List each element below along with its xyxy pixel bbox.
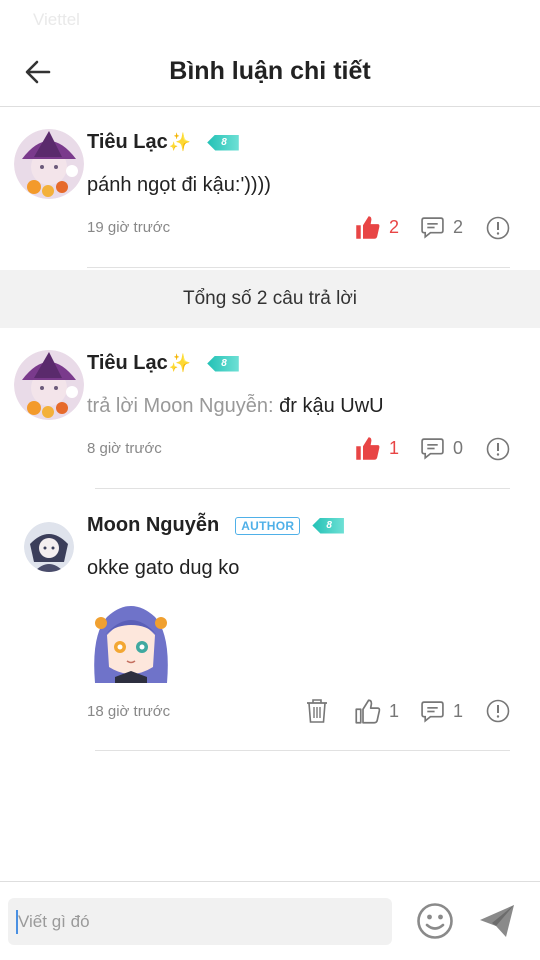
send-icon [480,905,514,937]
like-count: 1 [389,438,400,458]
header: Bình luận chi tiết [0,40,540,107]
sparkle-emoji: ✨ [168,132,192,152]
text-cursor [16,910,18,934]
divider [87,267,510,268]
like-button[interactable]: 1 [354,435,399,462]
reply-count: 1 [453,701,464,721]
sticker-image[interactable] [87,595,175,683]
comment-input[interactable] [8,898,392,945]
report-icon [486,437,510,461]
trash-icon [307,699,327,723]
like-button[interactable]: 2 [354,214,399,241]
name-row: Tiêu Lạc ✨ 8 [87,131,239,154]
timestamp: 8 giờ trước [87,440,162,457]
page-title: Bình luận chi tiết [169,57,371,85]
level-badge: 8 [312,517,344,535]
delete-button[interactable] [305,698,329,724]
divider [95,750,510,751]
like-count: 1 [389,701,400,721]
report-icon [486,699,510,723]
thumbs-up-icon [356,437,380,460]
comment-text: okke gato dug ko [87,557,240,579]
author-badge: AUTHOR [235,516,301,535]
reply-count: 0 [453,438,464,458]
report-icon [486,216,510,240]
report-button[interactable] [486,699,510,723]
reply-mention[interactable]: trả lời Moon Nguyễn: [87,395,274,417]
level-badge: 8 [207,134,239,152]
name-row: Tiêu Lạc ✨ 8 [87,352,239,375]
reply-button[interactable]: 1 [420,699,463,724]
comment-text: pánh ngọt đi kậu:')))) [87,174,271,196]
reply-count: 2 [453,217,464,237]
reply-body: đr kậu UwU [279,395,384,417]
avatar[interactable] [14,129,84,199]
username[interactable]: Tiêu Lạc [87,131,168,154]
reply-item: Tiêu Lạc ✨ 8 trả lời Moon Nguyễn: đr kậu… [0,328,540,490]
divider [95,488,510,489]
comment-composer [0,881,540,960]
reply-button[interactable]: 0 [420,436,463,461]
timestamp: 18 giờ trước [87,703,171,720]
comment-text: trả lời Moon Nguyễn: đr kậu UwU [87,395,384,418]
main-comment: Tiêu Lạc ✨ 8 pánh ngọt đi kậu:')))) 19 g… [0,107,540,270]
timestamp: 19 giờ trước [87,219,171,236]
reply-button[interactable]: 2 [420,215,463,240]
sparkle-emoji: ✨ [168,353,192,373]
emoji-icon [417,903,453,939]
comment-icon [421,438,444,460]
like-button[interactable]: 1 [354,698,399,725]
send-button[interactable] [478,902,516,940]
username[interactable]: Moon Nguyễn [87,514,219,537]
name-row: Moon Nguyễn AUTHOR 8 [87,514,344,537]
thumbs-up-icon [356,216,380,239]
report-button[interactable] [486,216,510,240]
emoji-button[interactable] [415,901,455,941]
report-button[interactable] [486,437,510,461]
carrier-name: Viettel [33,10,80,29]
comment-icon [421,217,444,239]
level-badge: 8 [207,355,239,373]
reply-count-summary: Tổng số 2 câu trả lời [0,270,540,328]
avatar[interactable] [14,350,84,420]
username[interactable]: Tiêu Lạc [87,352,168,375]
avatar[interactable] [24,522,74,572]
status-bar: Viettel [0,0,540,40]
thumbs-up-icon [355,699,381,724]
comment-icon [421,701,444,723]
like-count: 2 [389,217,400,237]
